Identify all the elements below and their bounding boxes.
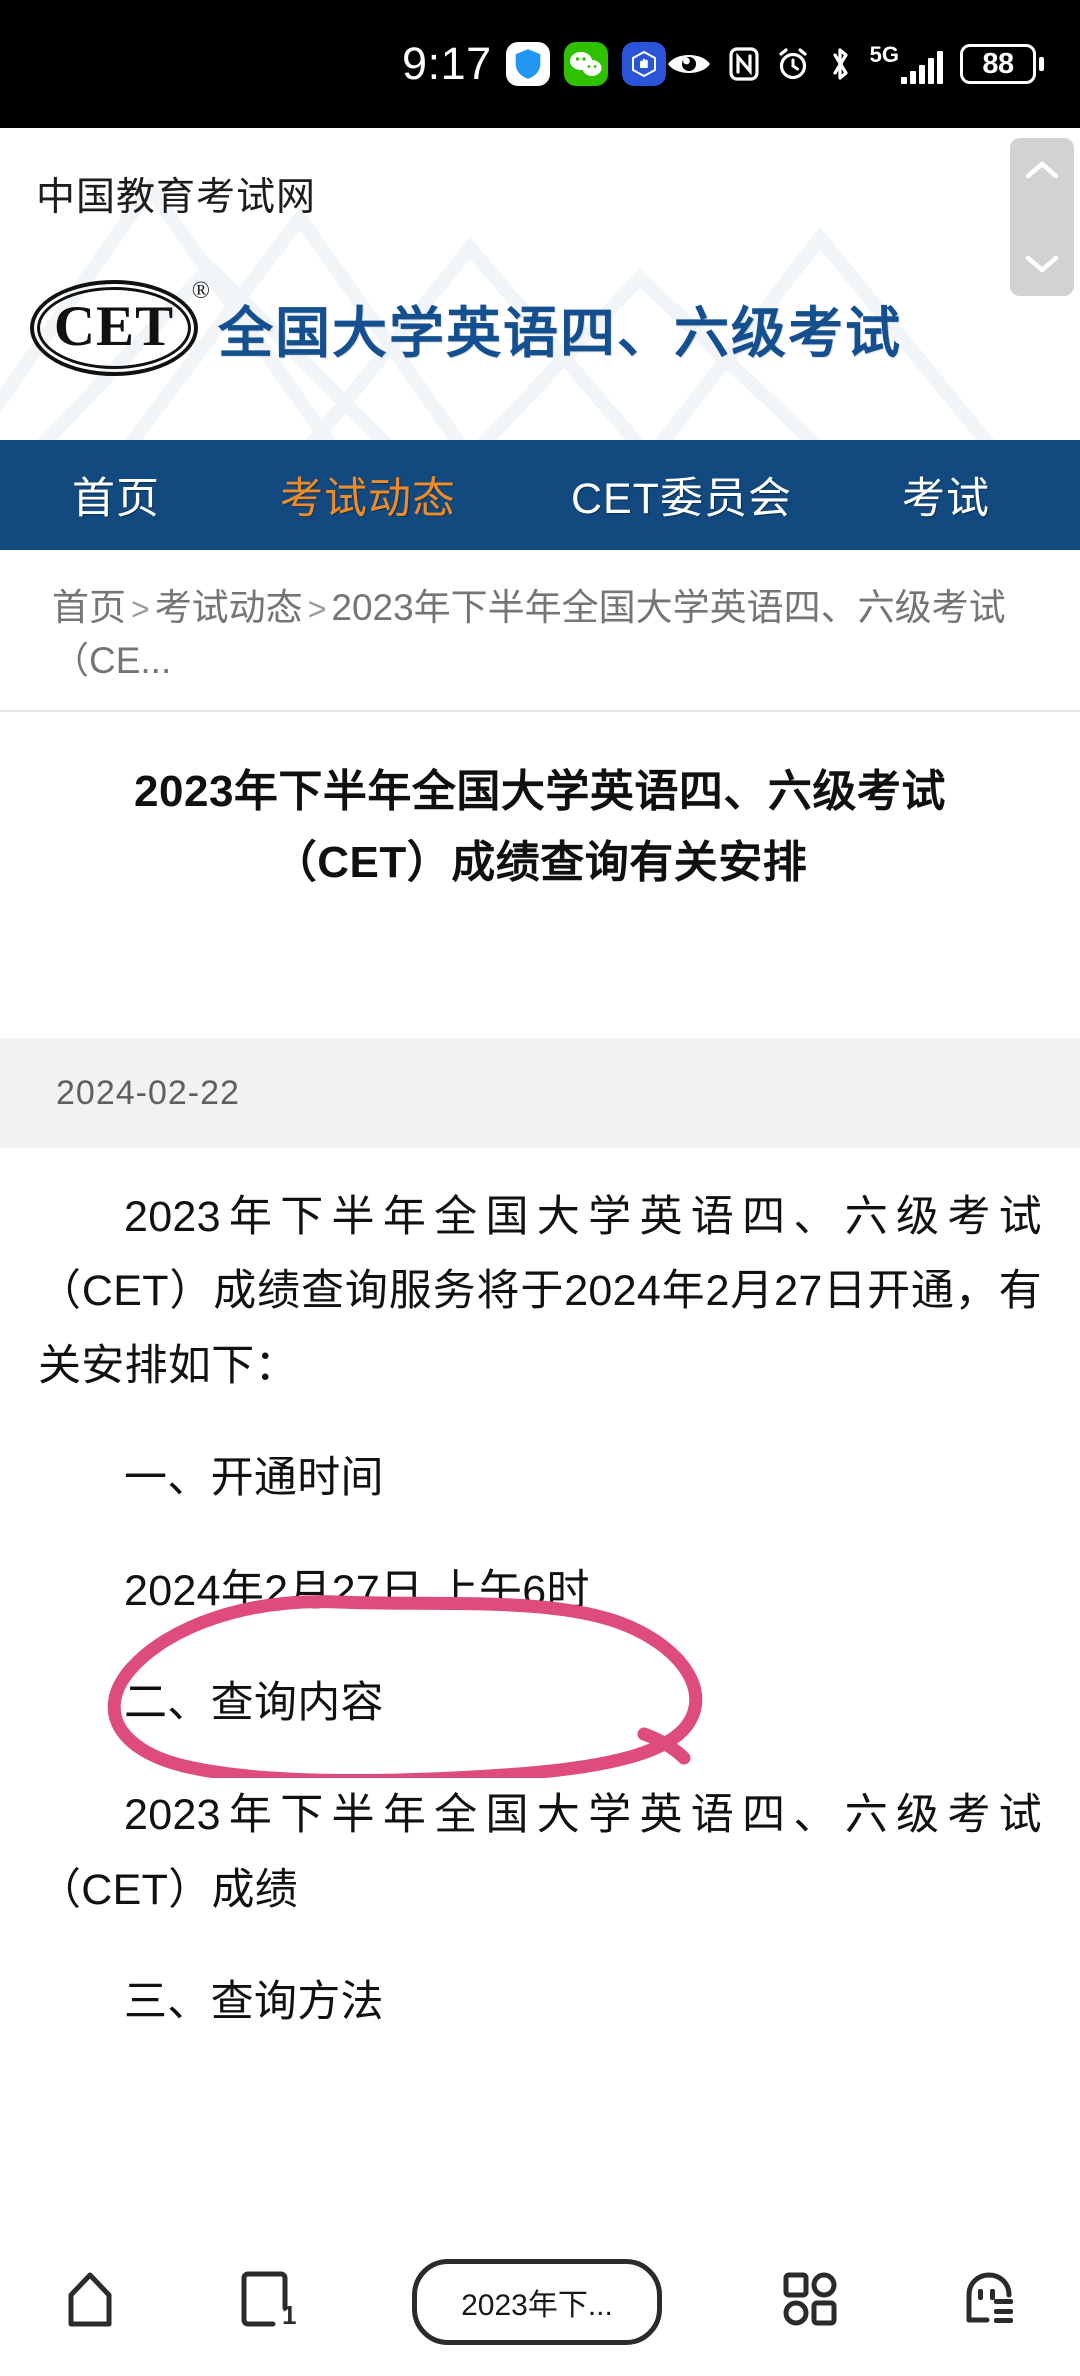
tabs-count-label: 1 <box>281 2300 297 2330</box>
chevron-up-icon[interactable] <box>1025 160 1059 180</box>
status-bar-right: 5G 88 <box>666 44 1080 84</box>
nav-item-home[interactable]: 首页 <box>72 464 160 526</box>
cet-logo-text: CET <box>53 295 175 358</box>
nfc-icon <box>729 47 759 81</box>
article-heading-open-time: 一、开通时间 <box>124 1454 384 1503</box>
registered-mark: ® <box>191 278 210 304</box>
nav-item-cet-committee[interactable]: CET委员会 <box>571 464 792 526</box>
status-bar-center: 9:17 <box>402 38 666 90</box>
battery-level-label: 88 <box>960 44 1036 84</box>
article-date: 2024-02-22 <box>56 1073 240 1112</box>
shield-app-icon <box>505 42 550 86</box>
blue-hand-app-icon <box>621 42 666 86</box>
article-heading-query-method: 三、查询方法 <box>124 1978 384 2026</box>
tabs-button[interactable]: 1 <box>238 2268 297 2335</box>
wechat-app-icon <box>563 42 608 86</box>
page-scroll-widget[interactable] <box>1010 138 1074 296</box>
status-bar: 9:17 5G 88 <box>0 0 1080 128</box>
article-date-band: 2024-02-22 <box>0 1038 1080 1148</box>
article-paragraph-intro: 2023年下半年全国大学英语四、六级考试（CET）成绩查询服务将于2024年2月… <box>38 1193 1042 1390</box>
phone-screen: 9:17 5G 88 中国教育考试网 CET ® 全国大学英语四、六级考试 首页… <box>0 0 1080 2376</box>
breadcrumb-separator-1: > <box>131 591 150 627</box>
eye-care-icon <box>666 49 712 79</box>
site-nav: 首页 考试动态 CET委员会 考试 <box>0 440 1080 550</box>
alarm-icon <box>776 47 810 81</box>
nav-item-exam-overflow[interactable]: 考试 <box>902 464 990 526</box>
breadcrumb-item-exam-news[interactable]: 考试动态 <box>155 587 303 628</box>
article-query-content-value: 2023年下半年全国大学英语四、六级考试（CET）成绩 <box>38 1791 1042 1914</box>
assistant-button[interactable] <box>959 2268 1021 2335</box>
network-type-label: 5G <box>869 42 899 67</box>
home-button[interactable] <box>59 2268 121 2335</box>
signal-5g-icon: 5G <box>870 44 943 84</box>
article-title-line-2: （CET）成绩查询有关安排 <box>272 838 808 888</box>
brand-row: CET ® 全国大学英语四、六级考试 <box>30 276 902 380</box>
article-title: 2023年下半年全国大学英语四、六级考试 （CET）成绩查询有关安排 <box>0 756 1080 899</box>
reader-assistant-icon <box>959 2268 1021 2335</box>
chevron-down-icon[interactable] <box>1025 254 1059 274</box>
battery-tip <box>1039 57 1044 71</box>
breadcrumb: 首页 > 考试动态 >2023年下半年全国大学英语四、六级考试（CE... <box>0 550 1080 712</box>
breadcrumb-item-home[interactable]: 首页 <box>52 587 126 628</box>
current-tab-label[interactable]: 2023年下... <box>412 2258 662 2345</box>
article-open-time-value: 2024年2月27日 上午6时 <box>124 1566 590 1615</box>
battery-icon: 88 <box>960 44 1044 84</box>
site-name: 中国教育考试网 <box>36 176 317 219</box>
signal-bars <box>901 48 943 84</box>
article-heading-query-content: 二、查询内容 <box>124 1678 384 1727</box>
current-tab-button[interactable]: 2023年下... <box>412 2258 662 2345</box>
status-clock: 9:17 <box>402 38 492 89</box>
nav-item-exam-news[interactable]: 考试动态 <box>280 464 456 526</box>
brand-title: 全国大学英语四、六级考试 <box>218 302 903 364</box>
apps-button[interactable] <box>779 2268 841 2335</box>
browser-bottom-nav: 1 2023年下... <box>0 2226 1080 2376</box>
article-title-line-1: 2023年下半年全国大学英语四、六级考试 <box>134 767 946 816</box>
home-icon <box>59 2268 121 2335</box>
article-body: 2023年下半年全国大学英语四、六级考试（CET）成绩查询服务将于2024年2月… <box>0 1180 1080 2039</box>
cet-logo-icon: CET ® <box>30 276 210 380</box>
bluetooth-icon <box>827 46 853 82</box>
apps-grid-icon <box>779 2268 841 2335</box>
breadcrumb-separator-2: > <box>307 591 327 627</box>
site-header: 中国教育考试网 CET ® 全国大学英语四、六级考试 <box>0 128 1080 440</box>
